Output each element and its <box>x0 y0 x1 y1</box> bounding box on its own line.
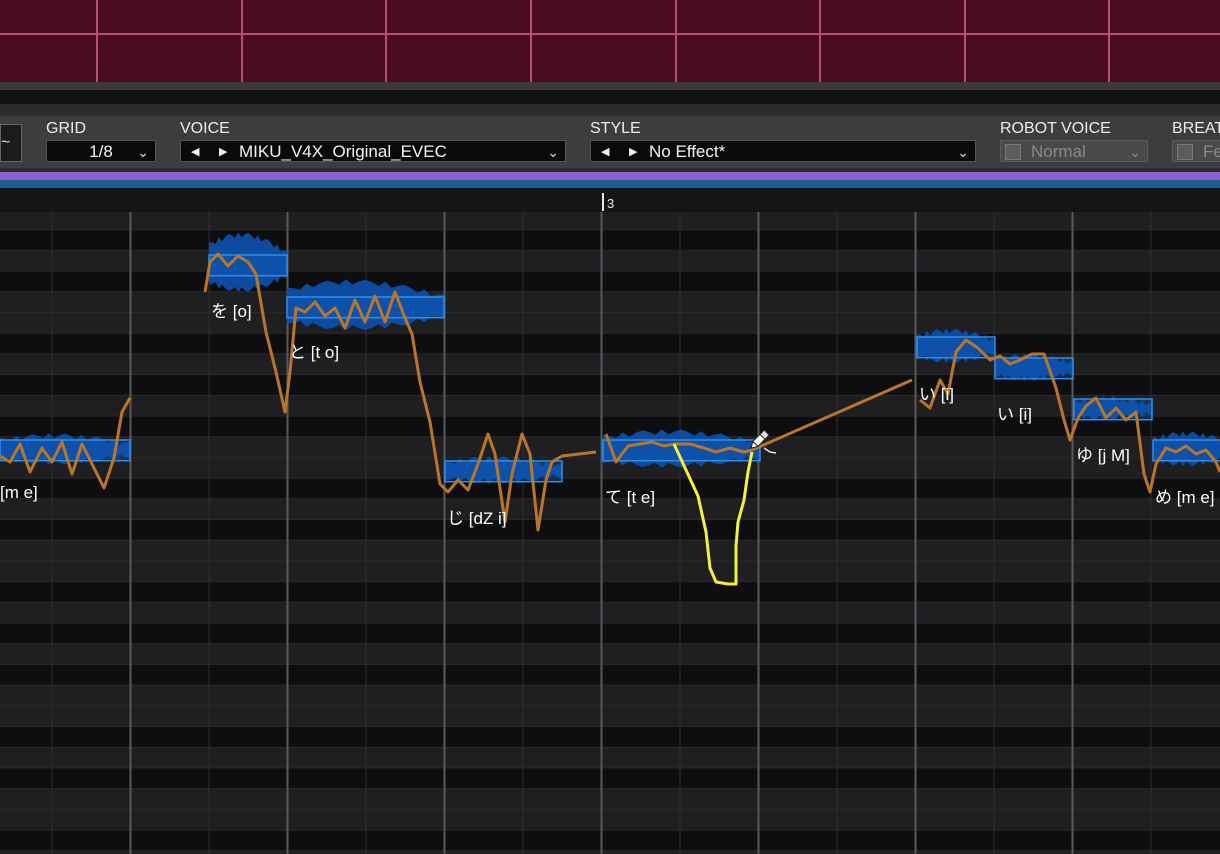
piano-roll-canvas[interactable] <box>0 212 1220 854</box>
chevron-down-icon: ⌄ <box>1129 144 1141 160</box>
lyric-label[interactable]: い [i] <box>997 400 1032 425</box>
editor-toolbar: ~ GRID 1/8 ⌄ VOICE ◀ ▶ MIKU_V4X_Original… <box>0 116 1220 168</box>
measure-marker <box>602 193 604 211</box>
style-label: STYLE <box>590 120 641 137</box>
splitter-handle[interactable] <box>0 104 1220 116</box>
triangle-left-icon[interactable]: ◀ <box>601 141 609 161</box>
voice-select[interactable]: ◀ ▶ MIKU_V4X_Original_EVEC ⌄ <box>180 140 566 162</box>
triangle-left-icon[interactable]: ◀ <box>191 141 199 161</box>
curve-tool-button[interactable]: ~ <box>0 124 22 162</box>
robot-voice-value: Normal <box>1031 142 1086 161</box>
note-block[interactable] <box>444 460 563 483</box>
robot-voice-select[interactable]: Normal ⌄ <box>1000 140 1148 162</box>
piano-roll[interactable]: [m e] を [o] と [t o] じ [dZ i] て [t e] い [… <box>0 212 1220 854</box>
lyric-label[interactable]: ゆ [j M] <box>1076 441 1130 466</box>
lyric-label[interactable]: と [t o] <box>289 338 339 363</box>
voice-value: MIKU_V4X_Original_EVEC <box>239 142 447 161</box>
grid-select[interactable]: 1/8 ⌄ <box>46 140 156 162</box>
track-grid <box>0 0 1220 82</box>
triangle-right-icon[interactable]: ▶ <box>629 141 637 161</box>
lyric-label[interactable]: [m e] <box>0 483 38 503</box>
chevron-down-icon: ⌄ <box>957 144 969 160</box>
pencil-icon <box>750 429 777 454</box>
chevron-down-icon: ⌄ <box>547 144 559 160</box>
voice-label: VOICE <box>180 120 230 137</box>
breath-value: Fe <box>1203 142 1220 161</box>
part-range-strip[interactable] <box>0 180 1220 188</box>
lyric-label[interactable]: を [o] <box>211 297 252 322</box>
robot-voice-checkbox[interactable] <box>1005 144 1021 160</box>
lyric-label[interactable]: じ [dZ i] <box>447 504 507 529</box>
lyric-label[interactable]: め [m e] <box>1155 483 1215 508</box>
style-value: No Effect* <box>649 142 726 161</box>
curve-tool-icon: ~ <box>1 134 11 151</box>
grid-value: 1/8 <box>89 142 113 161</box>
lyric-label[interactable]: い [i] <box>919 380 954 405</box>
triangle-right-icon[interactable]: ▶ <box>219 141 227 161</box>
grid-label: GRID <box>46 120 86 137</box>
breath-label: BREAT <box>1172 120 1220 137</box>
part-color-strip <box>0 172 1220 180</box>
style-select[interactable]: ◀ ▶ No Effect* ⌄ <box>590 140 976 162</box>
breath-select[interactable]: Fe <box>1172 140 1220 162</box>
track-area[interactable] <box>0 0 1220 82</box>
robot-voice-label: ROBOT VOICE <box>1000 120 1111 137</box>
chevron-down-icon: ⌄ <box>137 144 149 160</box>
breath-checkbox[interactable] <box>1177 144 1193 160</box>
measure-label: 3 <box>607 196 615 211</box>
scrollbar-track[interactable] <box>0 82 1220 90</box>
divider <box>0 90 1220 104</box>
lyric-label[interactable]: て [t e] <box>605 483 655 508</box>
